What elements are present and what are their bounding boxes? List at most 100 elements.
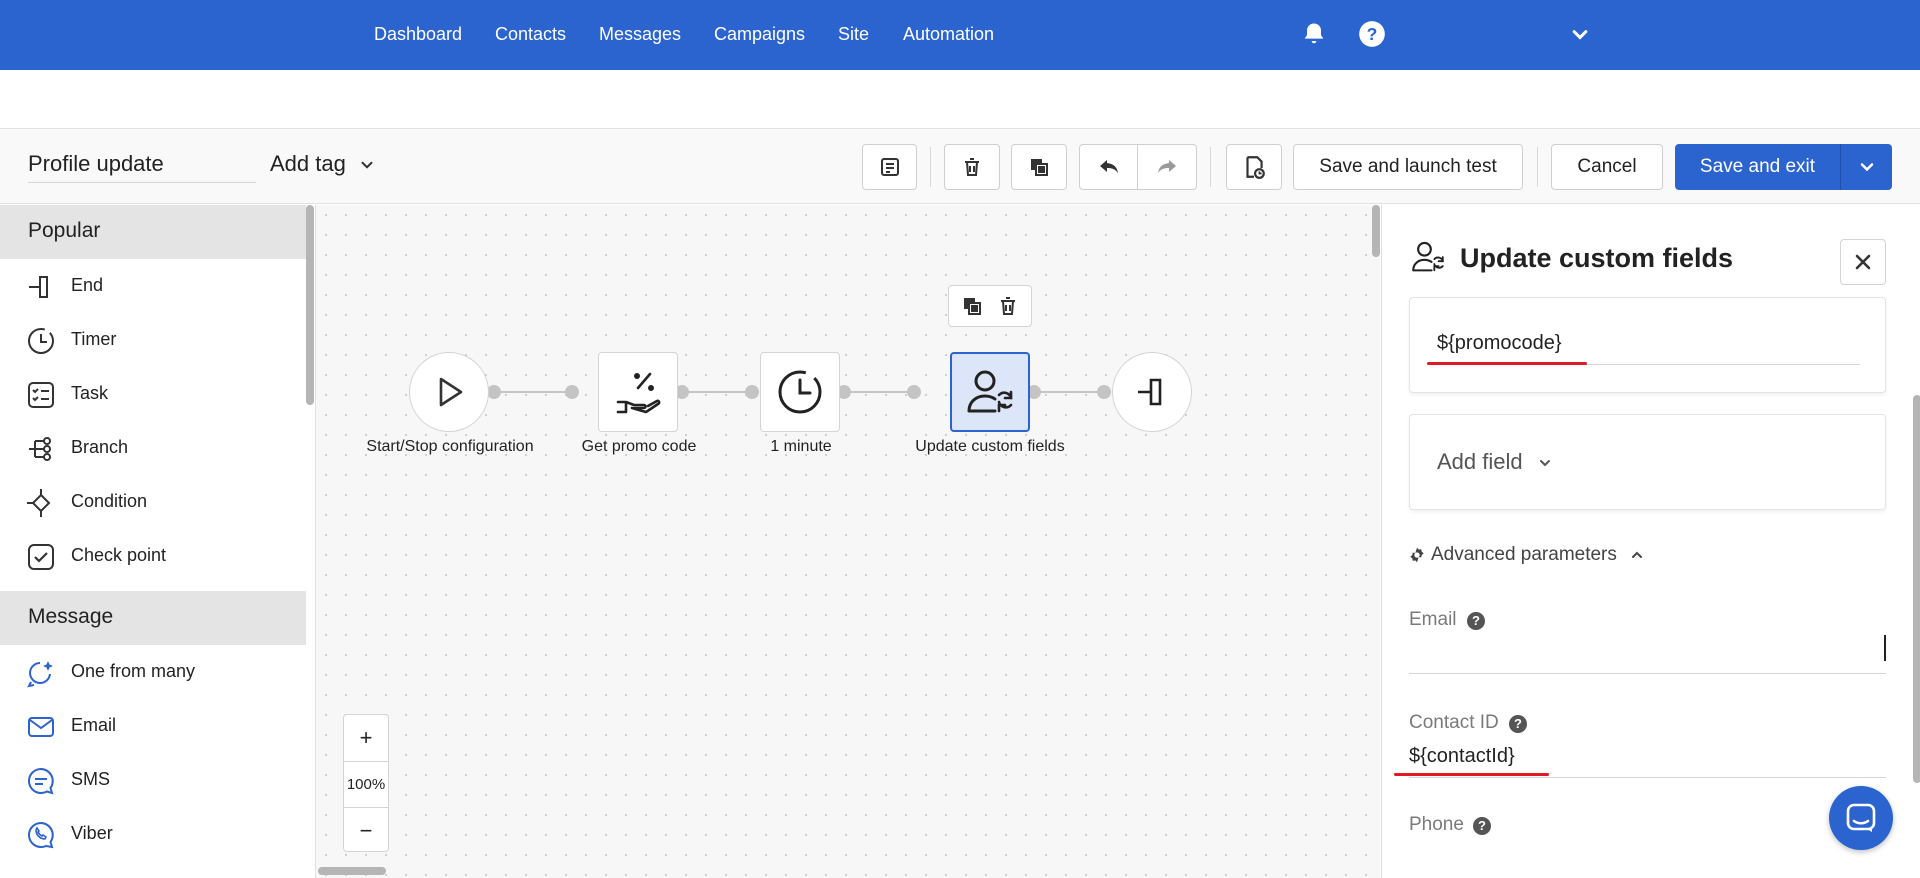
node-label: Start/Stop configuration	[366, 438, 534, 455]
notes-icon	[880, 158, 899, 176]
trash-icon[interactable]	[996, 294, 1020, 318]
output-port[interactable]	[487, 385, 501, 399]
notes-button[interactable]	[862, 144, 917, 190]
flow-name-input[interactable]: Profile update	[28, 151, 256, 183]
close-panel-button[interactable]	[1840, 239, 1886, 285]
input-port[interactable]	[907, 385, 921, 399]
help-icon[interactable]: ?	[1509, 715, 1527, 733]
chat-icon	[1846, 803, 1876, 832]
top-nav: Dashboard Contacts Messages Campaigns Si…	[0, 0, 1920, 70]
library-item-viber[interactable]: Viber	[0, 807, 306, 861]
node-get-promo-code[interactable]	[598, 352, 678, 432]
zoom-level: 100%	[344, 761, 388, 807]
library-item-end[interactable]: End	[0, 259, 306, 313]
editor-toolbar: Profile update Add tag Save and launch t…	[0, 128, 1920, 204]
timer-icon	[28, 328, 54, 354]
chat-widget-button[interactable]	[1829, 786, 1893, 850]
node-1-minute[interactable]	[760, 352, 840, 432]
advanced-parameters-toggle[interactable]: Advanced parameters	[1409, 544, 1645, 566]
edge-connector	[682, 391, 752, 393]
chevron-down-icon	[1860, 163, 1873, 172]
input-port[interactable]	[745, 385, 759, 399]
edge-connector	[494, 391, 572, 393]
end-icon	[1138, 378, 1162, 406]
promo-code-icon	[616, 372, 661, 414]
chevron-down-icon[interactable]	[1566, 20, 1594, 48]
save-options-toggle[interactable]	[1840, 144, 1892, 190]
undo-button[interactable]	[1080, 145, 1139, 189]
nav-messages[interactable]: Messages	[599, 24, 681, 45]
library-item-check-point[interactable]: Check point	[0, 529, 306, 583]
chevron-up-icon	[1631, 551, 1642, 558]
library-item-branch[interactable]: Branch	[0, 421, 306, 475]
undo-redo-group	[1079, 144, 1197, 190]
edge-connector	[844, 391, 914, 393]
text-cursor	[1884, 635, 1886, 661]
bell-icon[interactable]	[1300, 20, 1328, 48]
undo-icon	[1099, 160, 1118, 173]
node-end[interactable]	[1112, 352, 1192, 432]
end-icon	[29, 276, 48, 298]
nav-dashboard[interactable]: Dashboard	[374, 24, 462, 45]
user-sync-icon	[1412, 241, 1444, 272]
canvas-horizontal-scrollbar[interactable]	[318, 867, 386, 875]
zoom-in-button[interactable]: +	[344, 715, 388, 761]
one-from-many-icon	[27, 661, 53, 688]
input-port[interactable]	[1097, 385, 1111, 399]
nav-contacts[interactable]: Contacts	[495, 24, 566, 45]
play-icon	[439, 377, 463, 407]
sms-icon	[28, 767, 54, 795]
nav-automation[interactable]: Automation	[903, 24, 994, 45]
custom-field-value-input[interactable]: ${promocode}	[1437, 332, 1562, 355]
help-icon[interactable]: ?	[1467, 612, 1485, 630]
gear-icon	[1410, 547, 1424, 563]
node-start-stop[interactable]	[409, 352, 489, 432]
node-update-custom-fields[interactable]	[950, 352, 1030, 432]
edge-connector	[1034, 391, 1104, 393]
library-item-condition[interactable]: Condition	[0, 475, 306, 529]
custom-field-card: ${promocode}	[1409, 297, 1886, 393]
sub-header	[0, 70, 1920, 128]
delete-button[interactable]	[944, 144, 1000, 190]
library-item-task[interactable]: Task	[0, 367, 306, 421]
zoom-control: + 100% −	[343, 714, 389, 852]
redo-button[interactable]	[1138, 145, 1196, 189]
help-icon[interactable]: ?	[1473, 817, 1491, 835]
library-item-timer[interactable]: Timer	[0, 313, 306, 367]
task-icon	[28, 382, 54, 408]
test-history-button[interactable]	[1226, 144, 1282, 190]
contact-id-input[interactable]: ${contactId}	[1409, 745, 1515, 768]
save-and-exit-button[interactable]: Save and exit	[1675, 156, 1840, 178]
copy-icon[interactable]	[960, 294, 984, 318]
nav-campaigns[interactable]: Campaigns	[714, 24, 805, 45]
save-and-exit-group: Save and exit	[1675, 144, 1892, 190]
library-item-one-from-many[interactable]: One from many	[0, 645, 306, 699]
condition-icon	[27, 489, 51, 517]
test-history-icon	[1246, 156, 1265, 179]
phone-label: Phone	[1409, 814, 1464, 835]
panel-scrollbar[interactable]	[1913, 395, 1920, 783]
section-popular: Popular	[0, 205, 306, 259]
cancel-button[interactable]: Cancel	[1551, 144, 1663, 190]
library-item-sms[interactable]: SMS	[0, 753, 306, 807]
block-library-sidebar: Popular End Timer Task Branch Condition …	[0, 205, 316, 878]
close-icon	[1855, 254, 1871, 270]
annotation-underline	[1427, 362, 1587, 365]
canvas-vertical-scrollbar[interactable]	[1372, 205, 1380, 257]
add-field-dropdown[interactable]: Add field	[1437, 449, 1553, 475]
zoom-out-button[interactable]: −	[344, 807, 388, 853]
flow-canvas[interactable]: Start/Stop configuration Get promo code …	[316, 205, 1380, 878]
input-port[interactable]	[565, 385, 579, 399]
help-icon[interactable]: ?	[1358, 20, 1386, 48]
node-label: 1 minute	[770, 438, 832, 455]
copy-icon	[1031, 159, 1048, 176]
add-field-label: Add field	[1437, 449, 1523, 474]
copy-button[interactable]	[1011, 144, 1067, 190]
sidebar-scrollbar[interactable]	[306, 205, 314, 405]
save-and-launch-test-button[interactable]: Save and launch test	[1293, 144, 1523, 190]
email-input[interactable]	[1409, 637, 1859, 671]
add-tag-dropdown[interactable]: Add tag	[270, 151, 376, 177]
library-item-email[interactable]: Email	[0, 699, 306, 753]
node-label: Update custom fields	[915, 438, 1065, 455]
nav-site[interactable]: Site	[838, 24, 869, 45]
